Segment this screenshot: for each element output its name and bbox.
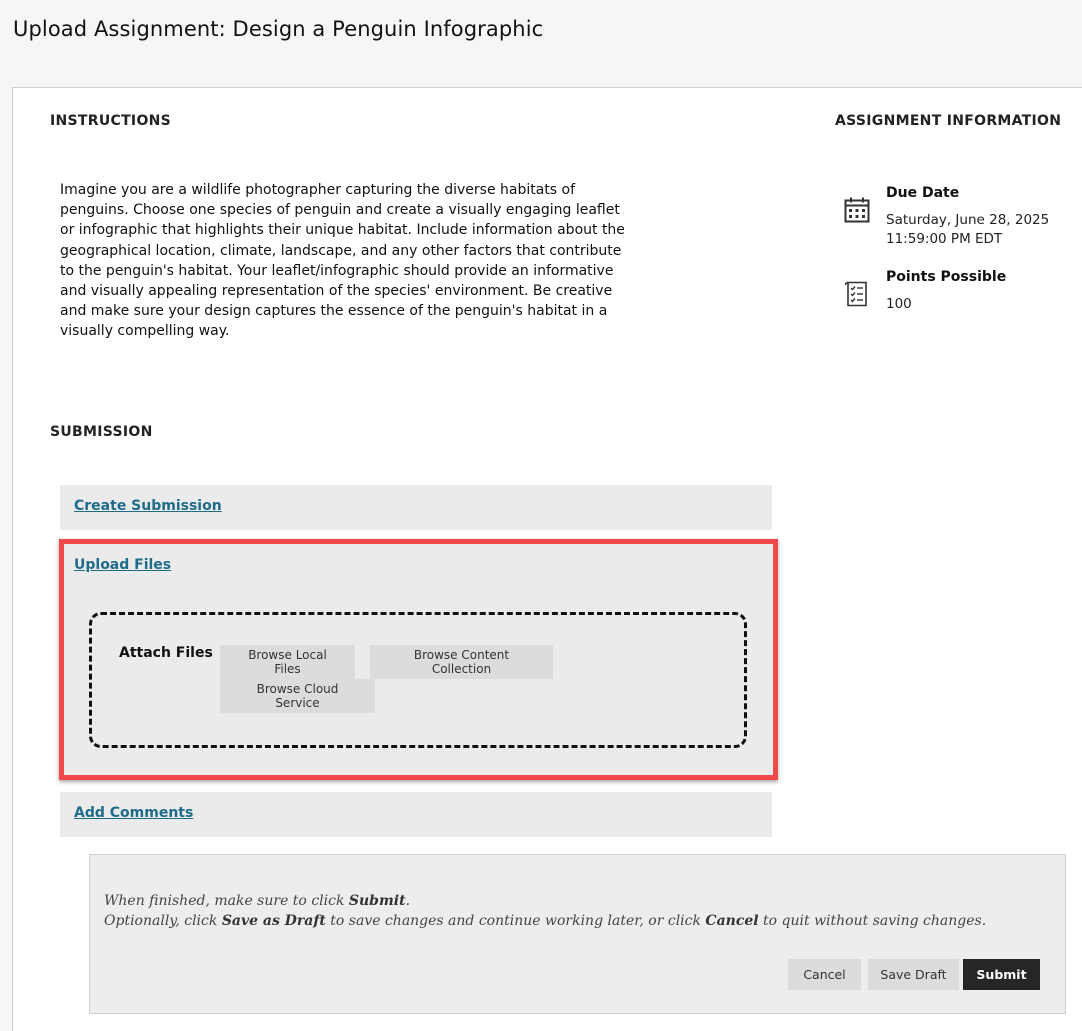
due-date-time: 11:59:00 PM EDT <box>886 231 1003 247</box>
footer-instructions: When finished, make sure to click Submit… <box>104 891 986 931</box>
calendar-icon <box>844 197 870 223</box>
upload-files-section: Upload Files Attach Files Browse Local F… <box>59 539 778 780</box>
create-submission-bar: Create Submission <box>60 485 772 530</box>
browse-cloud-service-button[interactable]: Browse Cloud Service <box>220 679 375 713</box>
footer-line-2: Optionally, click Save as Draft to save … <box>104 913 987 929</box>
checklist-icon <box>844 281 867 307</box>
footer-line-1: When finished, make sure to click Submit… <box>104 893 411 909</box>
instructions-heading: INSTRUCTIONS <box>50 113 172 129</box>
browse-local-files-button[interactable]: Browse Local Files <box>220 645 355 679</box>
due-date-value: Saturday, June 28, 2025 11:59:00 PM EDT <box>886 211 1049 249</box>
add-comments-bar: Add Comments <box>60 792 772 837</box>
points-possible-value: 100 <box>886 296 912 312</box>
due-date-label: Due Date <box>886 185 960 201</box>
file-dropzone[interactable]: Attach Files Browse Local Files Browse C… <box>89 612 747 748</box>
submission-heading: SUBMISSION <box>50 424 153 440</box>
browse-content-collection-button[interactable]: Browse Content Collection <box>370 645 553 679</box>
points-possible-label: Points Possible <box>886 269 1007 285</box>
assignment-info-heading: ASSIGNMENT INFORMATION <box>835 113 1062 129</box>
cancel-button[interactable]: Cancel <box>788 959 861 990</box>
upload-files-link[interactable]: Upload Files <box>74 557 171 573</box>
instructions-text: Imagine you are a wildlife photographer … <box>60 182 625 340</box>
submit-footer-panel: When finished, make sure to click Submit… <box>89 854 1066 1014</box>
create-submission-link[interactable]: Create Submission <box>74 498 222 514</box>
submit-button[interactable]: Submit <box>963 959 1040 990</box>
page-title: Upload Assignment: Design a Penguin Info… <box>13 17 544 41</box>
due-date-date: Saturday, June 28, 2025 <box>886 212 1050 228</box>
save-draft-button[interactable]: Save Draft <box>868 959 959 990</box>
attach-files-label: Attach Files <box>119 645 213 661</box>
add-comments-link[interactable]: Add Comments <box>74 805 193 821</box>
